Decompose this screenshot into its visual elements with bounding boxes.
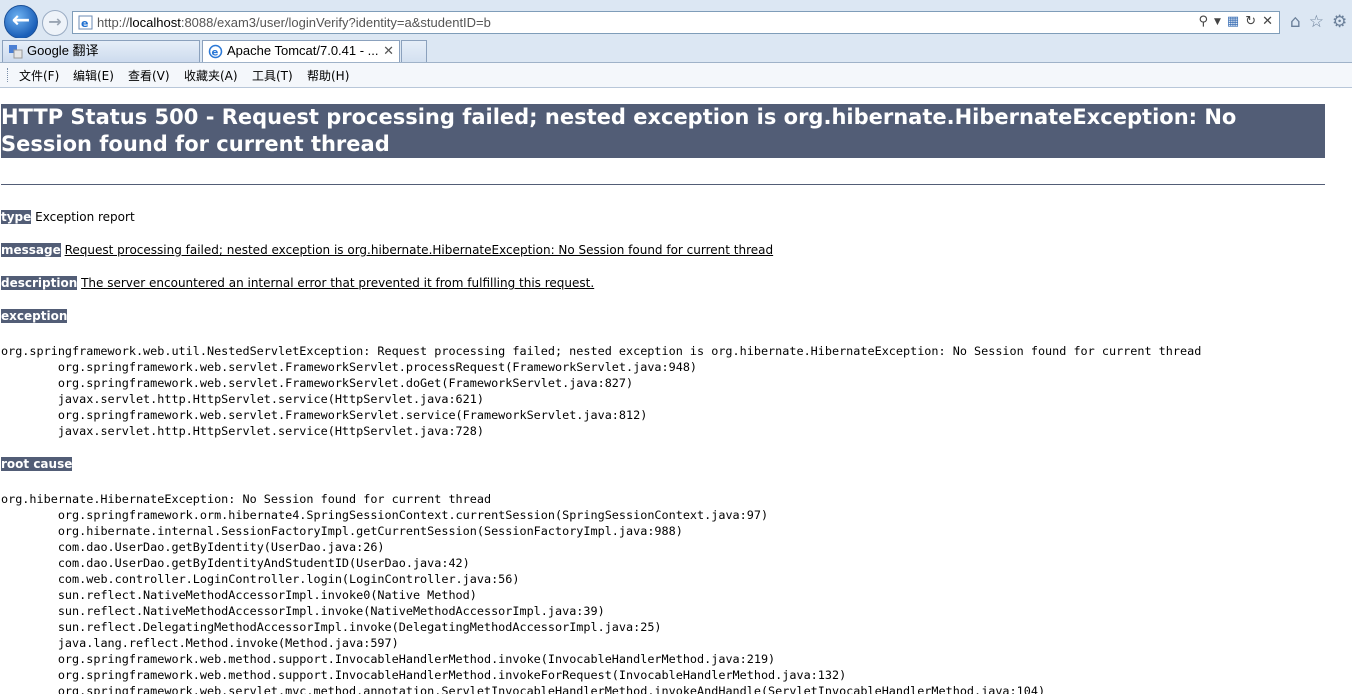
ie-page-icon: e	[78, 15, 93, 30]
url-scheme: http://	[97, 15, 130, 30]
tab-google-translate[interactable]: Google 翻译	[2, 40, 200, 62]
root-cause-stacktrace: org.hibernate.HibernateException: No Ses…	[1, 492, 1046, 694]
back-arrow-icon: ←	[11, 8, 31, 33]
new-tab-button[interactable]	[401, 40, 427, 62]
tab-label: Google 翻译	[27, 43, 99, 58]
dropdown-arrow-icon[interactable]: ▼	[1214, 17, 1221, 27]
ie-page-icon: e	[208, 44, 223, 59]
menu-bar: 文件(F) 编辑(E) 查看(V) 收藏夹(A) 工具(T) 帮助(H)	[0, 63, 1352, 88]
refresh-icon[interactable]: ↻	[1245, 14, 1256, 29]
url-text[interactable]: http://localhost:8088/exam3/user/loginVe…	[97, 15, 491, 30]
svg-text:e: e	[212, 48, 219, 59]
menu-edit[interactable]: 编辑(E)	[73, 67, 114, 84]
menu-file[interactable]: 文件(F)	[19, 67, 59, 84]
type-row: type Exception report	[1, 210, 135, 225]
close-icon[interactable]: ✕	[383, 41, 394, 61]
type-label: type	[1, 210, 32, 224]
back-button[interactable]: ←	[4, 5, 38, 39]
page-content: HTTP Status 500 - Request processing fai…	[0, 88, 1352, 694]
exception-label: exception	[1, 309, 68, 323]
divider	[1, 184, 1325, 185]
url-host: localhost	[129, 15, 181, 30]
svg-text:e: e	[81, 17, 88, 30]
message-row: message Request processing failed; neste…	[1, 243, 773, 258]
stop-icon[interactable]: ✕	[1262, 14, 1273, 29]
description-row: description The server encountered an in…	[1, 276, 594, 291]
forward-button[interactable]: →	[42, 10, 68, 36]
search-icon[interactable]: ⚲	[1198, 14, 1208, 29]
root-cause-label: root cause	[1, 457, 73, 471]
compatibility-view-icon[interactable]: ▦	[1227, 14, 1239, 29]
menu-favorites[interactable]: 收藏夹(A)	[184, 67, 238, 84]
tab-label: Apache Tomcat/7.0.41 - ...	[227, 43, 379, 58]
root-cause-row: root cause	[1, 457, 73, 472]
exception-stacktrace: org.springframework.web.util.NestedServl…	[1, 344, 1202, 438]
type-value: Exception report	[35, 210, 135, 224]
page-title: HTTP Status 500 - Request processing fai…	[1, 104, 1325, 158]
browser-chrome: ← → e http://localhost:8088/exam3/user/l…	[0, 0, 1352, 88]
address-bar[interactable]: e http://localhost:8088/exam3/user/login…	[72, 11, 1280, 34]
menu-tools[interactable]: 工具(T)	[252, 67, 293, 84]
menu-view[interactable]: 查看(V)	[128, 67, 170, 84]
exception-row: exception	[1, 309, 68, 324]
description-value: The server encountered an internal error…	[81, 276, 595, 290]
gear-icon[interactable]: ⚙	[1332, 12, 1347, 32]
home-icon[interactable]: ⌂	[1290, 12, 1301, 32]
message-value: Request processing failed; nested except…	[64, 243, 774, 257]
google-translate-icon	[9, 45, 23, 59]
forward-arrow-icon: →	[48, 12, 62, 31]
description-label: description	[1, 276, 78, 290]
tab-strip: Google 翻译 e Apache Tomcat/7.0.41 - ... ✕	[0, 38, 1352, 63]
toolbar-right: ⌂ ☆ ⚙	[1290, 12, 1347, 32]
message-label: message	[1, 243, 61, 257]
star-icon[interactable]: ☆	[1309, 12, 1324, 32]
tab-apache-tomcat[interactable]: e Apache Tomcat/7.0.41 - ... ✕	[202, 40, 400, 62]
menu-grip	[7, 68, 10, 82]
url-path: :8088/exam3/user/loginVerify?identity=a&…	[180, 15, 491, 30]
address-tools: ⚲ ▼ ▦ ↻ ✕	[1198, 14, 1273, 29]
menu-help[interactable]: 帮助(H)	[307, 67, 349, 84]
